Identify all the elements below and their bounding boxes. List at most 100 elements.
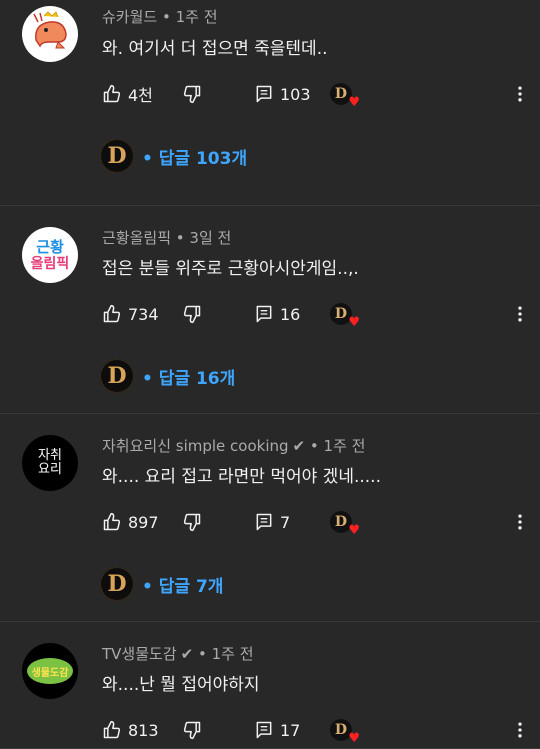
comment-icon [256,721,272,739]
heart-icon: ♥ [348,315,360,330]
comment-author[interactable]: TV생물도감 [102,643,177,664]
like-button[interactable]: 897 [102,508,159,536]
dislike-button[interactable] [182,716,202,744]
heart-icon: ♥ [348,523,360,538]
comment-actions: 813 17 D ♥ [100,716,530,746]
creator-avatar: D [100,359,134,393]
verified-check-icon: ✔ [180,644,194,663]
creator-heart: D ♥ [330,508,360,538]
more-vert-icon [518,722,522,738]
reply-count: 16 [280,304,301,324]
avatar[interactable] [22,6,78,62]
comment-author[interactable]: 근황올림픽 [102,227,171,248]
creator-avatar: D [100,567,134,601]
creator-badge-letter: D [334,306,348,322]
creator-heart: D ♥ [330,716,360,746]
like-button[interactable]: 4천 [102,80,153,108]
comment-icon [256,305,272,323]
creator-avatar: D [100,139,134,173]
heart-icon: ♥ [348,731,360,746]
comment-author[interactable]: 자취요리신 simple cooking [102,435,289,456]
creator-badge-letter: D [334,722,348,738]
bio-logo-icon: 생물도감 [27,658,73,684]
dislike-button[interactable] [182,508,202,536]
avatar-text-top: 자취 [38,447,62,463]
thumbs-down-icon [183,305,201,324]
avatar-text-bottom: 올림픽 [30,255,70,272]
more-vert-icon [518,86,522,102]
reply-button[interactable]: 103 [254,80,311,108]
cooking-logo-icon: 자취 요리 [38,447,62,478]
comment-text: 접은 분들 위주로 근황아시안게임..,. [102,259,359,279]
view-replies-button[interactable]: D • 답글 103개 [100,139,247,173]
creator-badge-letter: D [107,143,127,169]
more-options-button[interactable] [510,300,530,328]
thumbs-down-icon [183,85,201,104]
like-count: 813 [128,720,159,740]
creator-avatar-small: D ♥ [330,719,360,746]
creator-heart: D ♥ [330,80,360,110]
comment-meta: 근황올림픽 • 3일 전 [102,227,231,248]
thumbs-down-icon [183,513,201,532]
replies-label[interactable]: • 답글 103개 [142,144,247,169]
avatar[interactable]: 자취 요리 [22,435,78,491]
more-options-button[interactable] [510,80,530,108]
thumbs-up-icon [103,84,121,103]
comment-icon [256,85,272,103]
creator-badge-letter: D [334,86,348,102]
view-replies-button[interactable]: D • 답글 16개 [100,359,235,393]
comment-actions: 734 16 D ♥ [100,300,530,330]
like-button[interactable]: 734 [102,300,159,328]
comment-time: • 1주 전 [309,437,366,455]
reply-count: 103 [280,84,311,104]
comment-actions: 897 7 D ♥ [100,508,530,538]
replies-label[interactable]: • 답글 16개 [142,364,235,389]
reply-count: 17 [280,720,301,740]
view-replies-button[interactable]: D • 답글 7개 [100,567,223,601]
heart-icon: ♥ [348,95,360,110]
avatar-text-bottom: 요리 [38,462,62,477]
creator-badge-letter: D [107,571,127,597]
dislike-button[interactable] [182,300,202,328]
comment-time: • 1주 전 [161,8,218,26]
avatar[interactable]: 생물도감 [22,643,78,699]
reply-button[interactable]: 16 [254,300,300,328]
verified-check-icon: ✔ [292,436,306,455]
comment-meta: TV생물도감 ✔ • 1주 전 [102,643,254,664]
comment-icon [256,513,272,531]
more-options-button[interactable] [510,508,530,536]
replies-label[interactable]: • 답글 7개 [142,572,223,597]
dislike-button[interactable] [182,80,202,108]
reply-count: 7 [280,512,291,532]
thumbs-up-icon [103,512,121,531]
thumbs-down-icon [183,721,201,740]
more-vert-icon [518,514,522,530]
like-count: 4천 [128,86,153,105]
thumbs-up-icon [103,304,121,323]
more-vert-icon [518,306,522,322]
comment-text: 와.... 요리 접고 라면만 먹어야 겠네..... [102,467,381,487]
like-count: 897 [128,512,159,532]
thumbs-up-icon [103,720,121,739]
like-button[interactable]: 813 [102,716,159,744]
comment-item: 생물도감 TV생물도감 ✔ • 1주 전 와....난 뭘 접어야하지 813 … [0,622,540,749]
reply-button[interactable]: 17 [254,716,300,744]
avatar-text: 생물도감 [31,667,69,679]
avatar[interactable]: 근황 올림픽 [22,227,78,283]
more-options-button[interactable] [510,716,530,744]
creator-avatar-small: D ♥ [330,83,360,110]
creator-badge-letter: D [107,363,127,389]
shrimp-icon [33,11,67,49]
comment-text: 와. 여기서 더 접으면 죽을텐데.. [102,39,328,59]
creator-avatar-small: D ♥ [330,303,360,330]
creator-avatar-small: D ♥ [330,511,360,538]
comment-item: 근황 올림픽 근황올림픽 • 3일 전 접은 분들 위주로 근황아시안게임..,… [0,206,540,414]
comment-author[interactable]: 슈카월드 [102,6,157,27]
comment-actions: 4천 103 D ♥ [100,80,530,110]
comment-item: 슈카월드 • 1주 전 와. 여기서 더 접으면 죽을텐데.. 4천 103 D… [0,0,540,206]
comment-meta: 자취요리신 simple cooking ✔ • 1주 전 [102,435,365,456]
olympic-logo-icon: 근황 올림픽 [30,239,70,272]
reply-button[interactable]: 7 [254,508,290,536]
comment-time: • 1주 전 [197,645,254,663]
comment-item: 자취 요리 자취요리신 simple cooking ✔ • 1주 전 와...… [0,414,540,622]
